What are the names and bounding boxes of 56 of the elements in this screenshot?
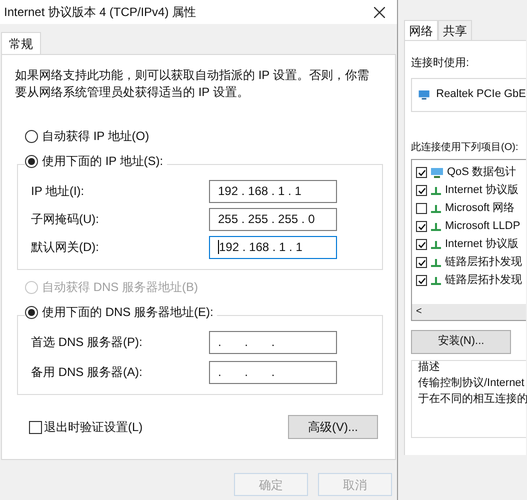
field-label: 首选 DNS 服务器(P): <box>31 334 144 351</box>
checkbox[interactable] <box>416 257 427 268</box>
checkbox[interactable] <box>29 420 42 434</box>
list-item[interactable]: Microsoft 网络 <box>412 200 526 218</box>
list-item[interactable]: Internet 协议版 <box>412 182 526 200</box>
tab[interactable]: 共享 <box>438 20 472 40</box>
network-adapter-icon <box>418 88 430 102</box>
radio-label: 自动获得 IP 地址(O) <box>42 128 150 145</box>
adapter-field: Realtek PCIe GbE <box>411 78 526 112</box>
radio-label: 使用下面的 DNS 服务器地址(E): <box>42 304 214 321</box>
radio-button[interactable] <box>25 154 38 168</box>
checkbox[interactable] <box>416 275 427 286</box>
protocol-icon <box>430 276 442 286</box>
intro-text: 如果网络支持此功能，则可以获取自动指派的 IP 设置。否则，你需要从网络系统管理员处获得适当的 IP 设置。 <box>15 67 370 101</box>
input-field[interactable]: . . . <box>209 330 337 354</box>
advanced-button[interactable]: 高级(V)... <box>288 415 378 439</box>
protocol-icon <box>430 204 442 214</box>
field-label: 备用 DNS 服务器(A): <box>31 364 144 381</box>
checkbox[interactable] <box>416 185 427 196</box>
tab[interactable]: 网络 <box>404 20 438 40</box>
input-field[interactable]: 192 . 168 . 1 . 1 <box>209 180 337 202</box>
monitor-icon <box>430 166 444 178</box>
checkbox[interactable] <box>416 203 427 214</box>
protocol-icon <box>430 222 442 232</box>
list-item[interactable]: Internet 协议版 <box>412 236 526 254</box>
input-field[interactable]: 255 . 255 . 255 . 0 <box>209 208 337 230</box>
radio-button[interactable] <box>25 306 38 318</box>
description-text: 传输控制协议/Internet <box>418 376 526 391</box>
close-icon[interactable] <box>374 6 385 18</box>
input-field[interactable]: . . . <box>209 360 337 384</box>
section-label: 此连接使用下列项目(O): <box>411 140 520 154</box>
protocol-icon <box>430 258 442 268</box>
list-item[interactable]: QoS 数据包计 <box>412 164 526 182</box>
install-button[interactable]: 安装(N)... <box>411 330 511 354</box>
list-item[interactable]: 链路层拓扑发现 <box>412 254 526 272</box>
list-item[interactable]: Microsoft LLDP <box>412 218 526 236</box>
input-field[interactable]: 192 . 168 . 1 . 1 <box>209 236 337 258</box>
protocol-icon <box>430 240 442 250</box>
section-label: 连接时使用: <box>411 56 470 71</box>
checkbox[interactable] <box>416 239 427 250</box>
list-item[interactable]: 链路层拓扑发现 <box>412 272 526 290</box>
checkbox[interactable] <box>416 167 427 178</box>
field-label: 子网掩码(U): <box>31 211 100 228</box>
description-text: 于在不同的相互连接的 <box>418 392 526 407</box>
horizontal-scrollbar[interactable]: < <box>412 304 526 320</box>
radio-button[interactable] <box>25 130 38 142</box>
radio-label: 自动获得 DNS 服务器地址(B) <box>42 279 198 296</box>
checkbox[interactable] <box>416 221 427 232</box>
field-label: 默认网关(D): <box>31 239 100 256</box>
group-label: 描述 <box>418 360 441 374</box>
radio-label: 使用下面的 IP 地址(S): <box>42 153 164 170</box>
tab[interactable]: 常规 <box>1 32 41 54</box>
checkbox-label: 退出时验证设置(L) <box>44 419 143 436</box>
protocol-icon <box>430 186 442 196</box>
window-title: Internet 协议版本 4 (TCP/IPv4) 属性 <box>4 4 196 21</box>
field-label: IP 地址(I): <box>31 183 86 200</box>
